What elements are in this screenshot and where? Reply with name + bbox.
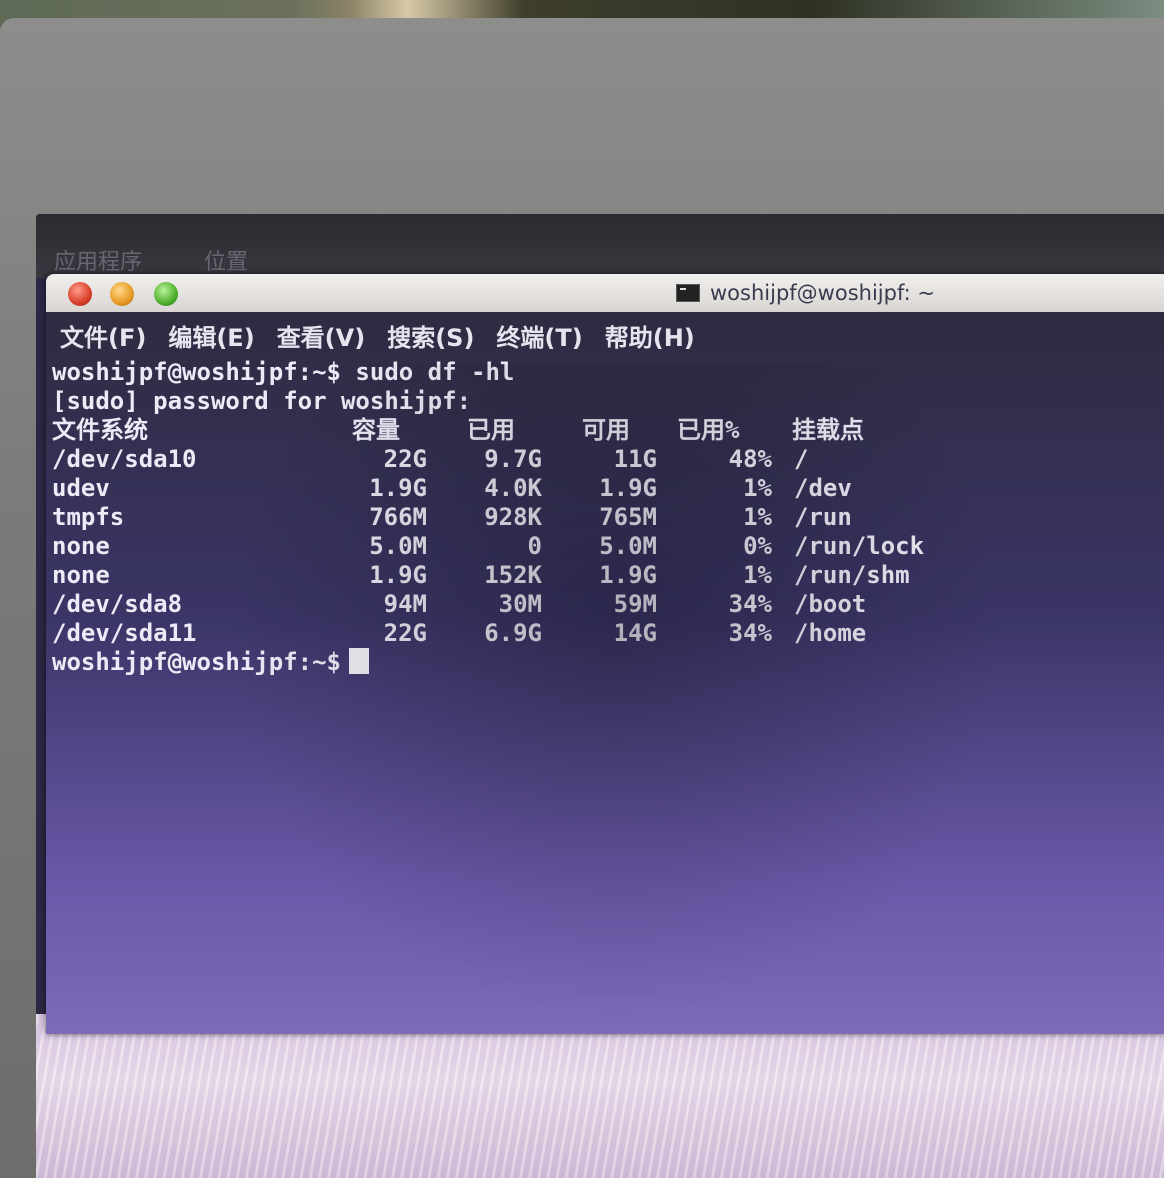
cell-filesystem: udev	[52, 474, 110, 502]
cell-size: 5.0M	[369, 532, 427, 560]
window-title-text: woshijpf@woshijpf: ~	[710, 281, 935, 305]
text-cursor	[348, 648, 369, 674]
cell-size: 766M	[369, 503, 427, 531]
cell-use-pct: 34%	[728, 590, 772, 618]
cell-use-pct: 1%	[743, 503, 772, 531]
cell-size: 22G	[383, 445, 427, 473]
df-row: /dev/sda10 22G 9.7G 11G 48% /	[52, 445, 1152, 474]
command-line: woshijpf@woshijpf:~$ sudo df -hl	[52, 358, 515, 386]
df-row: /dev/sda11 22G 6.9G 14G 34% /home	[52, 619, 1152, 648]
menu-help[interactable]: 帮助(H)	[605, 318, 695, 353]
cell-filesystem: none	[52, 561, 110, 589]
cell-filesystem: tmpfs	[52, 503, 125, 531]
cell-avail: 1.9G	[599, 474, 657, 502]
cell-mount: /run/shm	[794, 561, 910, 589]
df-header: 文件系统 容量 已用 可用 已用% 挂载点	[52, 416, 1152, 445]
df-row: udev 1.9G 4.0K 1.9G 1% /dev	[52, 474, 1152, 503]
cell-avail: 59M	[613, 590, 657, 618]
cell-mount: /dev	[794, 474, 852, 502]
menu-view[interactable]: 查看(V)	[277, 318, 366, 353]
cell-use-pct: 34%	[728, 619, 772, 647]
cell-mount: /run	[794, 503, 852, 531]
panel-menu-places[interactable]: 位置	[204, 244, 248, 276]
cell-avail: 765M	[599, 503, 657, 531]
terminal-output[interactable]: woshijpf@woshijpf:~$ sudo df -hl [sudo] …	[52, 358, 1152, 677]
terminal-icon	[676, 284, 700, 302]
cell-filesystem: /dev/sda8	[52, 590, 183, 618]
cell-avail: 5.0M	[599, 532, 657, 560]
header-size: 容量	[352, 416, 400, 444]
window-titlebar[interactable]: woshijpf@woshijpf: ~	[46, 274, 1164, 312]
cell-mount: /run/lock	[794, 532, 925, 560]
cell-size: 22G	[383, 619, 427, 647]
cell-avail: 11G	[613, 445, 657, 473]
df-row: /dev/sda8 94M 30M 59M 34% /boot	[52, 590, 1152, 619]
panel-menu-apps[interactable]: 应用程序	[54, 244, 142, 276]
menubar: 文件(F) 编辑(E) 查看(V) 搜索(S) 终端(T) 帮助(H)	[46, 312, 1164, 358]
cell-mount: /home	[794, 619, 867, 647]
cell-use-pct: 1%	[743, 561, 772, 589]
cell-used: 152K	[484, 561, 542, 589]
cell-filesystem: /dev/sda11	[52, 619, 197, 647]
cell-used: 928K	[484, 503, 542, 531]
final-prompt-line[interactable]: woshijpf@woshijpf:~$	[52, 648, 1152, 677]
cell-size: 1.9G	[369, 561, 427, 589]
header-use-pct: 已用%	[677, 416, 740, 444]
cell-mount: /boot	[794, 590, 867, 618]
maximize-button[interactable]	[154, 282, 178, 306]
cell-filesystem: /dev/sda10	[52, 445, 197, 473]
menu-edit[interactable]: 编辑(E)	[168, 318, 254, 353]
df-row: none 5.0M 0 5.0M 0% /run/lock	[52, 532, 1152, 561]
df-row: none 1.9G 152K 1.9G 1% /run/shm	[52, 561, 1152, 590]
cell-size: 94M	[383, 590, 427, 618]
header-mount: 挂载点	[792, 416, 864, 444]
cell-avail: 1.9G	[599, 561, 657, 589]
cell-used: 6.9G	[484, 619, 542, 647]
terminal-window: woshijpf@woshijpf: ~ 文件(F) 编辑(E) 查看(V) 搜…	[46, 274, 1164, 1034]
df-row: tmpfs 766M 928K 765M 1% /run	[52, 503, 1152, 532]
final-prompt: woshijpf@woshijpf:~$	[52, 648, 341, 676]
cell-filesystem: none	[52, 532, 110, 560]
cell-size: 1.9G	[369, 474, 427, 502]
cell-used: 4.0K	[484, 474, 542, 502]
minimize-button[interactable]	[110, 282, 134, 306]
cell-mount: /	[794, 445, 809, 473]
cell-used: 9.7G	[484, 445, 542, 473]
header-filesystem: 文件系统	[52, 416, 148, 444]
cell-avail: 14G	[613, 619, 657, 647]
window-title: woshijpf@woshijpf: ~	[676, 280, 935, 306]
cell-use-pct: 48%	[728, 445, 772, 473]
cell-used: 0	[527, 532, 542, 560]
cell-use-pct: 1%	[743, 474, 772, 502]
cell-used: 30M	[498, 590, 542, 618]
header-avail: 可用	[582, 416, 630, 444]
sudo-prompt: [sudo] password for woshijpf:	[52, 387, 472, 415]
screen: 应用程序 位置 woshijpf@woshijpf: ~ 文件(F) 编辑(E)…	[36, 214, 1164, 1178]
menu-file[interactable]: 文件(F)	[60, 318, 146, 353]
close-button[interactable]	[68, 282, 92, 306]
cell-use-pct: 0%	[743, 532, 772, 560]
desktop-wallpaper	[36, 1014, 1164, 1178]
menu-terminal[interactable]: 终端(T)	[496, 318, 582, 353]
desktop-top-panel: 应用程序 位置	[36, 214, 1164, 278]
header-used: 已用	[467, 416, 515, 444]
menu-search[interactable]: 搜索(S)	[387, 318, 474, 353]
